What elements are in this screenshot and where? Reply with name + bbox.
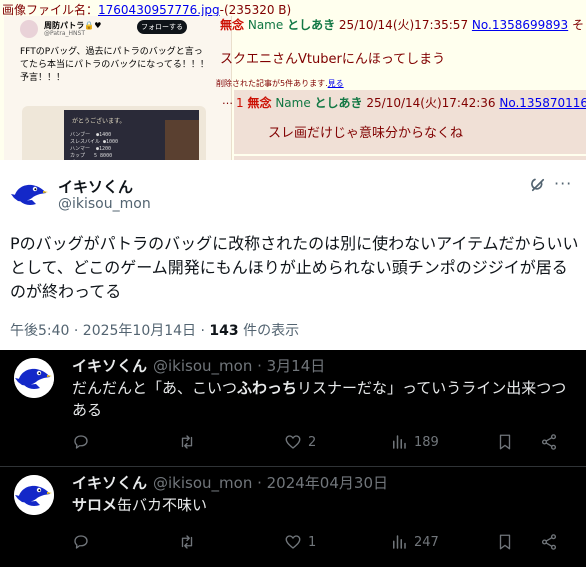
reply-icon: [74, 435, 88, 449]
reply-body: スレ画だけじゃ意味分からなくね: [268, 126, 464, 141]
game-menu-panel: がとうございます。 バンブー ●1400 スレスバイル ●1000 ハンマー ●…: [64, 110, 199, 160]
author-handle[interactable]: @ikisou_mon: [58, 196, 151, 212]
post-number-link[interactable]: No.1358699893: [472, 18, 568, 32]
bookmark-icon: [499, 534, 511, 550]
post-name: としあき: [287, 18, 336, 32]
post-name-label: Name: [247, 18, 284, 32]
reply-name: としあき: [314, 96, 363, 110]
show-deleted-link[interactable]: 見る: [328, 79, 344, 88]
reply-button[interactable]: [72, 532, 90, 552]
reply-button[interactable]: [72, 432, 90, 452]
reply-handle-date: @ikisou_mon · 2024年04月30日: [153, 474, 388, 492]
reply-author: イキソくん @ikisou_mon · 3月14日: [72, 355, 325, 376]
like-button[interactable]: 2: [284, 432, 316, 452]
main-tweet: イキソくん @ikisou_mon ··· Pのバッグがパトラのバッグに改称され…: [0, 160, 586, 350]
list-item[interactable]: イキソくん @ikisou_mon · 2024年04月30日 サロメ缶バカ不味い: [0, 467, 586, 567]
tweet-meta: 午後5:40 · 2025年10月14日 · 143 件の表示: [10, 320, 299, 340]
thread-reply: … 1 無念 Name としあき 25/10/14(火)17:42:36 No.…: [222, 90, 586, 154]
retweet-button[interactable]: [178, 532, 196, 552]
reply-text-part: 缶バカ不味い: [117, 496, 208, 514]
post-body: スクエニさんVtuberにんほってしまう: [220, 52, 446, 67]
views-button[interactable]: 189: [390, 432, 439, 452]
reply-header: 1 無念 Name としあき 25/10/14(火)17:42:36 No.13…: [236, 94, 586, 111]
heart-icon: [285, 535, 301, 549]
bookmark-button[interactable]: [496, 532, 514, 552]
file-label: 画像ファイル名：: [2, 3, 99, 17]
like-count: 1: [308, 534, 317, 550]
reply-author-name[interactable]: イキソくん: [72, 474, 147, 492]
embedded-follow-button: フォローする: [137, 20, 187, 34]
reply-number-link[interactable]: No.1358701168: [499, 96, 586, 110]
post-datetime: 25/10/14(火)17:35:57: [338, 18, 469, 32]
blue-bird-icon: [10, 174, 50, 214]
blue-bird-icon: [14, 475, 54, 515]
analytics-icon: [393, 535, 406, 549]
view-count: 143: [209, 323, 239, 339]
analytics-icon: [393, 435, 406, 449]
game-item-list: バンブー ●1400 スレスバイル ●1000 ハンマー ●1200 カップ 5…: [70, 132, 119, 159]
avatar[interactable]: [10, 174, 50, 214]
retweet-icon: [181, 435, 193, 449]
action-bar: 2 189: [0, 432, 586, 452]
game-character-portrait: [165, 120, 199, 160]
reply-text: だんだんと「あ、こいつふわっちリスナーだな」っていうライン出来つつある: [72, 377, 572, 421]
reply-handle-date: @ikisou_mon · 3月14日: [153, 357, 326, 375]
more-options-icon[interactable]: ···: [554, 174, 572, 193]
reply-text: サロメ缶バカ不味い: [72, 494, 572, 516]
avatar[interactable]: [14, 475, 54, 515]
blue-bird-icon: [14, 358, 54, 398]
embedded-post-text: FFTのPバッグ、過去にパトラのバッグと言ってたら本当にパトラのバックになってる…: [20, 47, 209, 83]
like-button[interactable]: 1: [284, 532, 316, 552]
embedded-account-handle: @Patra_HNST: [44, 30, 85, 37]
retweet-button[interactable]: [178, 432, 196, 452]
reply-subject: 無念: [247, 96, 272, 110]
grok-icon[interactable]: [529, 176, 547, 194]
retweet-icon: [181, 535, 193, 549]
reply-name-label: Name: [275, 96, 311, 110]
reply-text-part: だんだんと「あ、こいつ: [72, 379, 238, 397]
heart-icon: [285, 435, 301, 449]
action-bar: 1 247: [0, 532, 586, 552]
list-item[interactable]: イキソくん @ikisou_mon · 3月14日 だんだんと「あ、こいつふわっち…: [0, 350, 586, 467]
reply-list: イキソくん @ikisou_mon · 3月14日 だんだんと「あ、こいつふわっち…: [0, 350, 586, 567]
thread-image[interactable]: 周防パトラ🔒♥ @Patra_HNST フォローする FFTのPバッグ、過去にパ…: [4, 16, 232, 160]
game-menu-text: がとうございます。: [72, 118, 126, 125]
avatar: [20, 20, 38, 38]
reply-icon: [74, 535, 88, 549]
deleted-posts-notice: 削除された記事が5件あります.見る: [216, 78, 344, 89]
like-count: 2: [308, 434, 317, 450]
views-count: 247: [414, 534, 439, 550]
post-header: 無念 Name としあき 25/10/14(火)17:35:57 No.1358…: [220, 16, 584, 33]
reply-marker: …: [222, 94, 233, 107]
reply-text-bold: サロメ: [72, 496, 118, 514]
thread-post: 無念 Name としあき 25/10/14(火)17:35:57 No.1358…: [216, 14, 586, 84]
view-count-label: 件の表示: [238, 323, 300, 339]
share-icon: [541, 434, 557, 450]
author-name[interactable]: イキソくん: [58, 176, 133, 197]
tweet-timestamp[interactable]: 午後5:40 · 2025年10月14日 ·: [10, 323, 209, 339]
reply-datetime: 25/10/14(火)17:42:36: [366, 96, 496, 110]
reply-author-name[interactable]: イキソくん: [72, 357, 147, 375]
bookmark-button[interactable]: [496, 432, 514, 452]
sod-button[interactable]: そ: [572, 18, 584, 32]
bookmark-icon: [499, 434, 511, 450]
share-button[interactable]: [540, 432, 558, 452]
reply-author: イキソくん @ikisou_mon · 2024年04月30日: [72, 472, 388, 493]
avatar[interactable]: [14, 358, 54, 398]
share-icon: [541, 534, 557, 550]
file-link[interactable]: 1760430957776.jpg: [98, 3, 220, 17]
share-button[interactable]: [540, 532, 558, 552]
deleted-notice-text: 削除された記事が5件あります.: [216, 79, 328, 88]
views-count: 189: [414, 434, 439, 450]
reply-text-bold: ふわっち: [237, 379, 298, 397]
views-button[interactable]: 247: [390, 532, 439, 552]
imageboard-thread: 画像ファイル名：1760430957776.jpg-(235320 B) 周防パ…: [0, 0, 586, 160]
post-subject: 無念: [220, 18, 245, 32]
tweet-text: Pのバッグがパトラのバッグに改称されたのは別に使わないアイテムだからいいとして、…: [10, 234, 579, 301]
reply-index: 1: [236, 96, 244, 110]
